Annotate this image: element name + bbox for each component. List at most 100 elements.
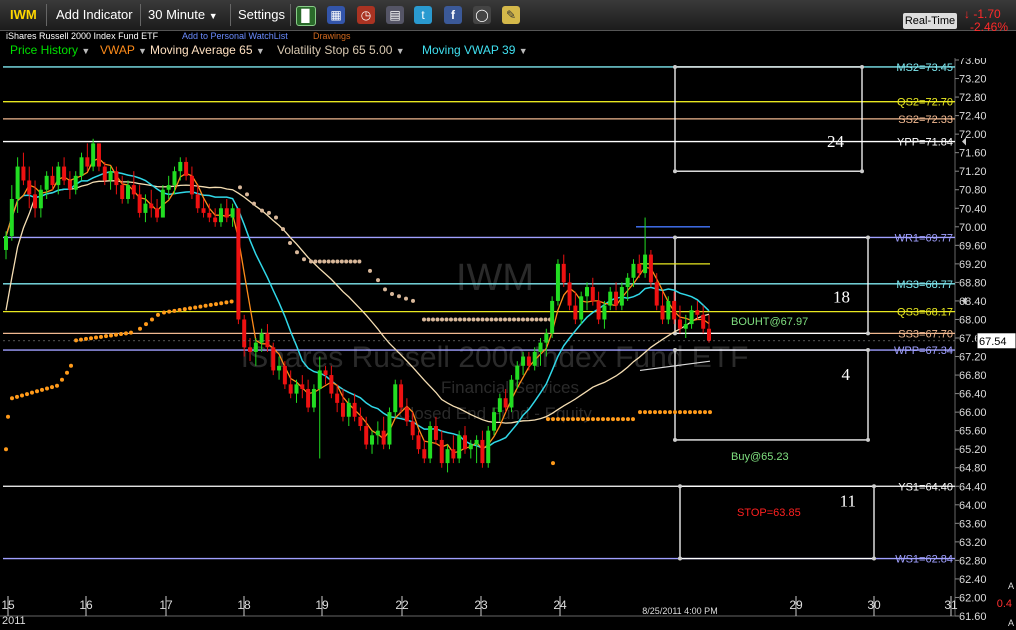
candle-body <box>375 430 380 436</box>
chevron-down-icon: ▼ <box>518 46 528 56</box>
box-handle <box>673 348 677 353</box>
candle-body <box>323 370 328 376</box>
toolbar: IWM Add Indicator 30 Minute ▼ Settings ▉… <box>0 0 1016 34</box>
symbol-button[interactable]: IWM <box>6 5 41 25</box>
volatility-stop-dot <box>6 414 10 419</box>
indicator-volatility-stop-65-5-00[interactable]: Volatility Stop 65 5.00 ▼ <box>277 42 405 59</box>
y-tick-label: 67.20 <box>959 352 987 364</box>
volatility-stop-dot <box>167 309 172 314</box>
candle-body <box>15 166 20 199</box>
volatility-stop-dot <box>40 387 44 392</box>
volatility-stop-dot <box>383 287 387 292</box>
y-tick-label: 72.00 <box>959 129 987 141</box>
twitter-icon[interactable]: t <box>414 6 432 24</box>
candle-body <box>433 426 438 440</box>
toolbar-separator <box>46 4 47 26</box>
interval-label: 30 Minute <box>148 7 206 22</box>
y-tick-label: 71.20 <box>959 166 987 178</box>
candle-body <box>381 430 386 445</box>
price-chart[interactable]: IWMiShares Russell 2000 Index Fund ETFFi… <box>0 58 1016 630</box>
candle-body <box>149 203 154 209</box>
volatility-stop-dot <box>621 417 625 422</box>
candle-body <box>108 171 113 181</box>
facebook-icon[interactable]: f <box>444 6 462 24</box>
x-tick-label: 23 <box>474 598 488 612</box>
settings-button[interactable]: Settings <box>234 5 289 25</box>
candle-body <box>619 287 624 306</box>
candle-body <box>462 435 467 450</box>
candle-body <box>550 300 555 334</box>
candle-body <box>532 351 537 366</box>
candle-body <box>439 439 444 464</box>
y-tick-label: 69.20 <box>959 259 987 271</box>
volatility-stop-dot <box>353 259 357 264</box>
volatility-stop-dot <box>238 185 242 190</box>
volatility-stop-dot <box>471 317 476 322</box>
indicator-bar: Price History ▼ VWAP ▼ Moving Average 65 ▼… <box>0 42 1016 58</box>
indicator-vwap[interactable]: VWAP ▼ <box>100 42 147 59</box>
volatility-stop-dot <box>571 417 575 422</box>
volatility-stop-dot <box>556 417 560 422</box>
candle-body <box>416 435 421 450</box>
candle-body <box>189 175 194 195</box>
candle-body <box>701 314 706 329</box>
box-handle <box>866 331 870 336</box>
indicator-price-history[interactable]: Price History ▼ <box>10 42 90 59</box>
volatility-stop-dot <box>534 317 539 322</box>
volatility-stop-dot <box>35 389 39 394</box>
box-handle <box>673 64 677 69</box>
volatility-stop-dot <box>516 317 521 322</box>
note-icon[interactable]: ✎ <box>502 6 520 24</box>
alarm-clock-icon[interactable]: ◷ <box>357 6 375 24</box>
add-watchlist-link[interactable]: Add to Personal WatchList <box>182 30 288 42</box>
chevron-down-icon: ▼ <box>138 46 147 56</box>
candle-body <box>21 166 26 181</box>
save-icon[interactable]: ▦ <box>327 6 345 24</box>
volatility-stop-dot <box>214 302 218 307</box>
drawings-link[interactable]: Drawings <box>313 30 351 42</box>
volatility-stop-dot <box>546 417 550 422</box>
y-tick-label: 65.60 <box>959 426 987 438</box>
volatility-stop-dot <box>50 385 54 390</box>
volatility-stop-dot <box>326 259 331 264</box>
volatility-stop-dot <box>229 299 234 304</box>
candle-body <box>85 157 90 167</box>
candle-body <box>335 393 340 403</box>
x-tick-label: 30 <box>867 598 881 612</box>
indicator-moving-vwap-39[interactable]: Moving VWAP 39 ▼ <box>422 42 528 59</box>
volatility-stop-dot <box>648 410 652 415</box>
candle-body <box>457 435 462 459</box>
y-tick-label: 68.80 <box>959 277 987 289</box>
indicator-moving-average-65[interactable]: Moving Average 65 ▼ <box>150 42 265 59</box>
volatility-stop-dot <box>252 201 256 206</box>
candle-body <box>503 398 508 408</box>
candle-body <box>358 416 363 427</box>
level-label: YPP=71.84 <box>897 137 953 149</box>
volatility-stop-dot <box>109 333 113 338</box>
candle-body <box>492 412 497 431</box>
level-label: MS2=73.45 <box>896 62 953 74</box>
volatility-stop-dot <box>498 317 503 322</box>
volatility-stop-dot <box>267 210 271 215</box>
toolbar-separator <box>290 4 291 26</box>
volatility-stop-dot <box>138 326 142 331</box>
box-handle <box>866 437 870 442</box>
candle-body <box>660 305 665 320</box>
binoculars-icon[interactable]: ◯ <box>473 6 491 24</box>
add-indicator-button[interactable]: Add Indicator <box>52 5 137 25</box>
interval-dropdown[interactable]: 30 Minute ▼ <box>144 5 222 25</box>
volatility-stop-dot <box>503 317 507 322</box>
candle-body <box>4 236 8 250</box>
print-icon[interactable]: ▤ <box>386 6 404 24</box>
candle-body <box>126 185 131 199</box>
volatility-stop-dot <box>45 386 49 391</box>
volatility-stop-dot <box>431 317 435 322</box>
chart-type-icon[interactable]: ▉ <box>296 6 316 26</box>
right-axis-marker: A <box>1008 581 1014 591</box>
annotation-label: BOUHT@67.97 <box>731 316 808 328</box>
y-tick-label: 70.80 <box>959 185 987 197</box>
candle-body <box>672 300 677 320</box>
candle-body <box>265 333 270 348</box>
volatility-stop-dot <box>440 317 444 322</box>
candle-body <box>474 439 479 445</box>
